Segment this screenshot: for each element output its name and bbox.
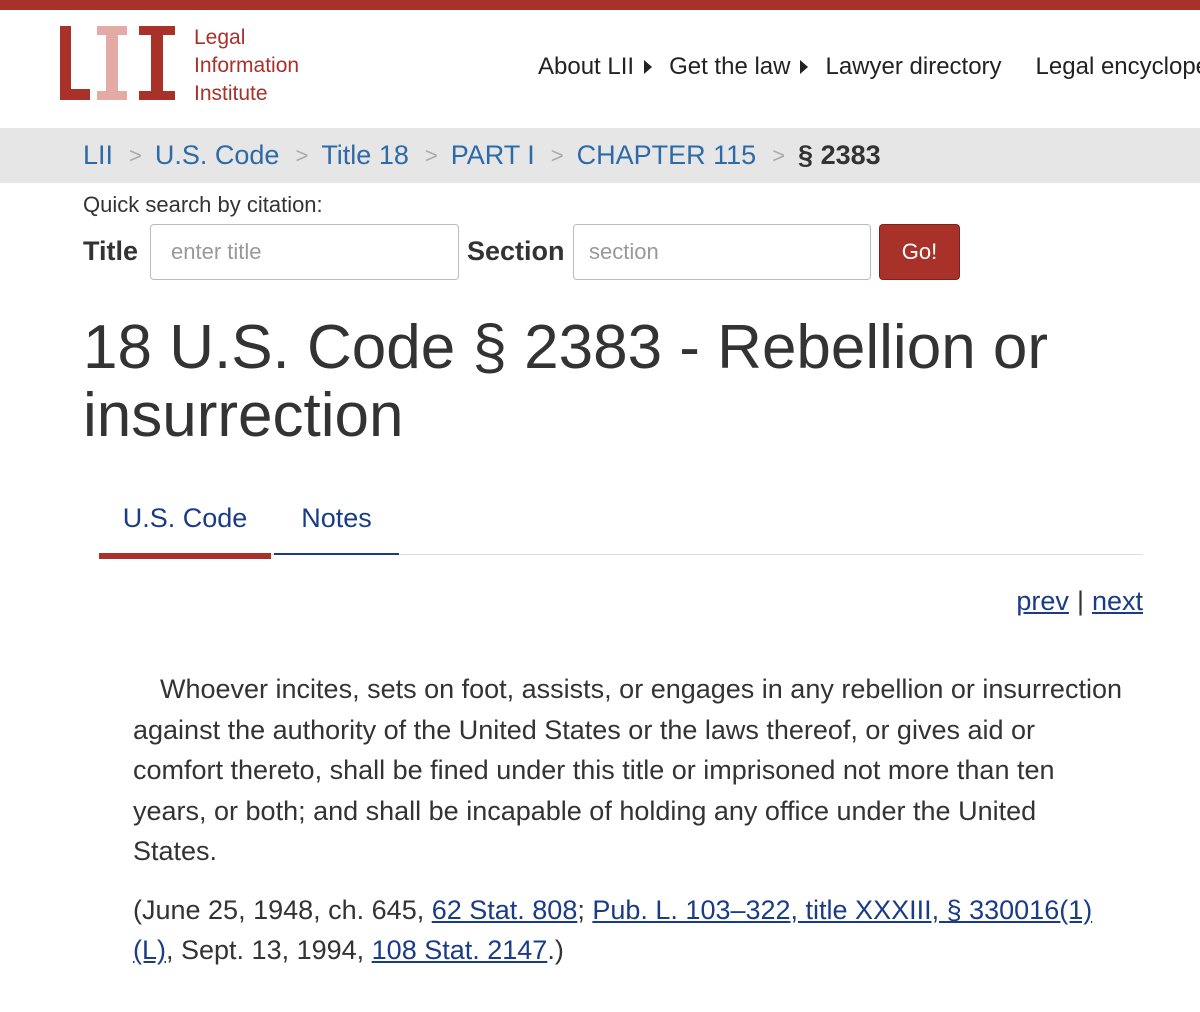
credits-sep: ; <box>577 895 593 925</box>
breadcrumb: LII > U.S. Code > Title 18 > PART I > CH… <box>83 128 881 183</box>
breadcrumb-separator: > <box>424 142 438 168</box>
quick-search-label: Quick search by citation: <box>83 192 323 217</box>
go-button[interactable]: Go! <box>879 224 960 280</box>
title-field-label: Title <box>83 236 139 266</box>
tab-notes[interactable]: Notes <box>274 497 399 555</box>
breadcrumb-separator: > <box>295 142 309 168</box>
prev-link[interactable]: prev <box>1016 586 1069 616</box>
section-field-label: Section <box>467 236 565 266</box>
breadcrumb-lii[interactable]: LII <box>83 140 113 171</box>
logo-line-institute: Institute <box>194 82 268 105</box>
page-title: 18 U.S. Code § 2383 - Rebellion or insur… <box>83 313 1049 450</box>
breadcrumb-chapter-115[interactable]: CHAPTER 115 <box>577 140 757 171</box>
breadcrumb-separator: > <box>772 142 786 168</box>
nav-legal-encyclopedia-label: Legal encyclope <box>1035 53 1200 80</box>
logo-wordmark: Legal Information Institute <box>194 24 299 108</box>
credit-link-108-stat-2147[interactable]: 108 Stat. 2147 <box>372 935 548 965</box>
nav-get-the-law-label: Get the law <box>669 53 791 80</box>
breadcrumb-part-i[interactable]: PART I <box>451 140 535 171</box>
breadcrumb-title-18[interactable]: Title 18 <box>321 140 409 171</box>
nav-about-lii-label: About LII <box>538 53 635 80</box>
nav-lawyer-directory-label: Lawyer directory <box>825 53 1002 80</box>
tab-notes-label: Notes <box>301 503 372 533</box>
source-credits: (June 25, 1948, ch. 645, 62 Stat. 808; P… <box>133 890 1123 970</box>
logo-line-information: Information <box>194 54 300 77</box>
lii-logo[interactable]: Legal Information Institute <box>57 24 327 105</box>
nav-legal-encyclopedia[interactable]: Legal encyclope <box>1036 53 1200 81</box>
title-input[interactable] <box>150 224 459 280</box>
main-nav: About LII Get the law Lawyer directory L… <box>538 50 1200 84</box>
breadcrumb-separator: > <box>550 142 564 168</box>
nav-get-the-law[interactable]: Get the law <box>669 53 809 81</box>
credits-close: .) <box>547 935 564 965</box>
statute-text: Whoever incites, sets on foot, assists, … <box>133 674 1122 866</box>
breadcrumb-us-code[interactable]: U.S. Code <box>155 140 280 171</box>
next-link[interactable]: next <box>1092 586 1143 616</box>
breadcrumb-bar: LII > U.S. Code > Title 18 > PART I > CH… <box>0 128 1200 183</box>
content-tabs: U.S. Code Notes <box>99 497 1143 559</box>
nav-lawyer-directory[interactable]: Lawyer directory <box>825 53 1001 81</box>
breadcrumb-current: § 2383 <box>798 140 881 170</box>
logo-line-legal: Legal <box>194 26 246 49</box>
breadcrumb-separator: > <box>129 142 142 168</box>
credit-link-62-stat-808[interactable]: 62 Stat. 808 <box>432 895 578 925</box>
caret-right-icon <box>644 60 653 74</box>
nav-about-lii[interactable]: About LII <box>538 53 653 81</box>
credits-mid: , Sept. 13, 1994, <box>166 935 372 965</box>
tab-us-code-label: U.S. Code <box>122 503 248 533</box>
tab-us-code[interactable]: U.S. Code <box>99 497 271 559</box>
pager: prev | next <box>1016 586 1143 617</box>
section-input[interactable] <box>573 224 871 280</box>
caret-right-icon <box>800 60 809 74</box>
top-accent-bar <box>0 0 1200 10</box>
pager-separator: | <box>1076 586 1084 616</box>
credits-open: (June 25, 1948, ch. 645, <box>133 895 432 925</box>
lii-logo-mark <box>60 26 175 100</box>
